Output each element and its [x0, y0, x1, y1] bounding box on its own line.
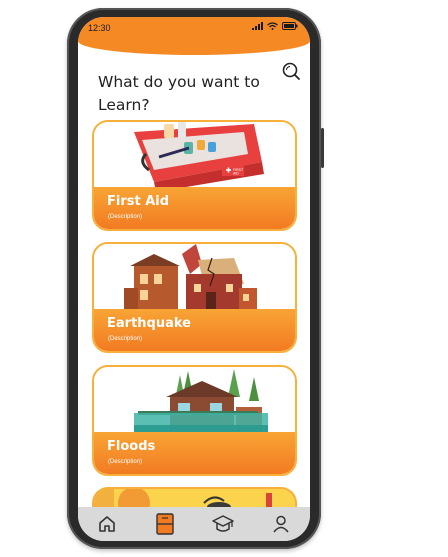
bottom-nav	[78, 507, 310, 541]
topic-name: Floods	[107, 439, 156, 454]
app-screen: 12:30 What do you want to Learn? FIRST A…	[78, 17, 310, 541]
power-button	[321, 128, 324, 168]
page-title: What do you want to Learn?	[98, 73, 260, 114]
home-icon	[99, 516, 115, 532]
flood-house-illustration	[94, 367, 295, 439]
topic-name: First Aid	[107, 194, 170, 209]
nav-profile[interactable]	[268, 511, 294, 537]
search-icon[interactable]	[280, 61, 302, 83]
graduation-cap-icon	[212, 515, 234, 532]
book-icon	[156, 513, 174, 535]
topic-name: Earthquake	[107, 316, 191, 331]
profile-icon	[273, 515, 289, 533]
battery-icon	[282, 22, 298, 30]
topic-description: (Description)	[108, 336, 143, 342]
nav-home[interactable]	[94, 511, 120, 537]
wifi-icon	[267, 22, 278, 30]
earthquake-houses-illustration	[94, 244, 295, 316]
svg-text:AID: AID	[233, 172, 239, 176]
topic-description: (Description)	[108, 459, 143, 465]
topic-card-floods[interactable]: Floods (Description)	[92, 365, 297, 476]
topic-card-earthquake[interactable]: Earthquake (Description)	[92, 242, 297, 353]
first-aid-kit-illustration: FIRST AID	[94, 122, 295, 194]
topic-card-first-aid[interactable]: FIRST AID First Aid (Description)	[92, 120, 297, 231]
signal-icon	[252, 22, 263, 30]
nav-courses[interactable]	[210, 511, 236, 537]
topic-description: (Description)	[108, 214, 143, 220]
status-icons	[252, 22, 298, 30]
nav-learn[interactable]	[152, 511, 178, 537]
status-time: 12:30	[88, 23, 111, 33]
